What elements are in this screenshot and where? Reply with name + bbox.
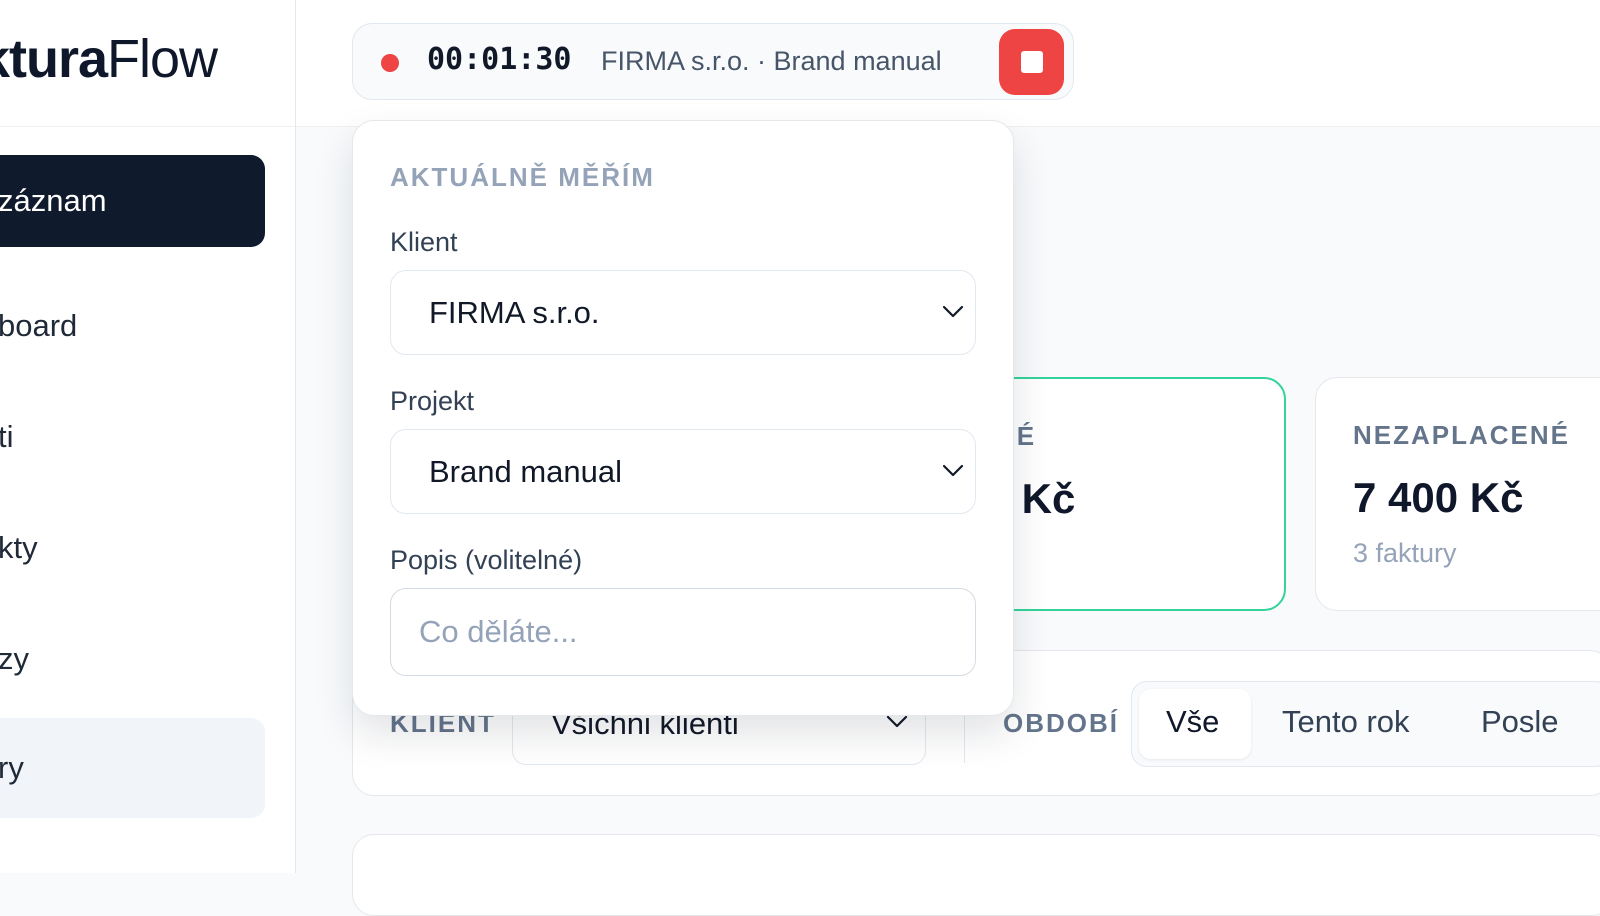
content-card bbox=[352, 834, 1600, 916]
sidebar-divider bbox=[0, 126, 295, 127]
popover-title: AKTUÁLNĚ MĚŘÍM bbox=[390, 162, 655, 192]
sidebar-item-label: zy bbox=[0, 641, 29, 676]
chevron-down-icon bbox=[942, 305, 964, 318]
project-select[interactable]: Brand manual bbox=[390, 429, 976, 514]
sidebar-item-label: board bbox=[0, 308, 78, 343]
sidebar-item-label: ry bbox=[0, 750, 24, 785]
new-entry-label: záznam bbox=[0, 183, 107, 218]
timer-elapsed: 00:01:30 bbox=[427, 42, 572, 77]
stat-card-subtitle: 3 faktury bbox=[1353, 538, 1457, 568]
chevron-down-icon bbox=[942, 464, 964, 477]
sidebar-item-5[interactable]: zy bbox=[0, 613, 265, 705]
client-label: Klient bbox=[390, 227, 458, 257]
sidebar-item-4[interactable]: kty bbox=[0, 502, 265, 594]
stat-card-unpaid[interactable]: NEZAPLACENÉ 7 400 Kč 3 faktury bbox=[1315, 377, 1600, 611]
logo-light-text: Flow bbox=[107, 29, 218, 89]
project-select-value: Brand manual bbox=[429, 454, 623, 489]
period-option-all[interactable]: Vše bbox=[1166, 704, 1219, 740]
stat-card-paid[interactable]: NÉ ) Kč bbox=[980, 377, 1286, 611]
sidebar-item-label: ti bbox=[0, 419, 14, 454]
period-option-this-year[interactable]: Tento rok bbox=[1282, 704, 1410, 740]
stat-card-value: 7 400 Kč bbox=[1353, 474, 1524, 521]
description-input[interactable] bbox=[390, 588, 976, 676]
recording-dot-icon bbox=[381, 54, 399, 72]
sidebar-item-invoices[interactable]: ry bbox=[0, 718, 265, 818]
running-timer[interactable]: 00:01:30 FIRMA s.r.o. · Brand manual bbox=[352, 23, 1074, 100]
stop-icon bbox=[1020, 51, 1043, 73]
description-label: Popis (volitelné) bbox=[390, 545, 583, 575]
app-logo: kturaFlow bbox=[0, 28, 218, 90]
sidebar-item-dashboard[interactable]: board bbox=[0, 280, 265, 372]
sidebar-item-3[interactable]: ti bbox=[0, 391, 265, 483]
client-select[interactable]: FIRMA s.r.o. bbox=[390, 270, 976, 355]
filter-divider bbox=[964, 708, 965, 763]
stop-timer-button[interactable] bbox=[999, 29, 1064, 95]
client-select-value: FIRMA s.r.o. bbox=[429, 295, 600, 330]
timer-context: FIRMA s.r.o. · Brand manual bbox=[601, 46, 942, 76]
chevron-down-icon bbox=[886, 715, 908, 728]
period-filter-label: OBDOBÍ bbox=[1003, 708, 1119, 738]
sidebar-item-label: kty bbox=[0, 530, 38, 565]
logo-bold-text: ktura bbox=[0, 29, 108, 89]
sidebar: kturaFlow záznam board ti kty zy ry bbox=[0, 0, 296, 873]
stat-card-title: NEZAPLACENÉ bbox=[1353, 420, 1571, 450]
project-label: Projekt bbox=[390, 386, 475, 416]
period-option-last[interactable]: Posle bbox=[1481, 704, 1559, 740]
new-entry-button[interactable]: záznam bbox=[0, 155, 265, 247]
